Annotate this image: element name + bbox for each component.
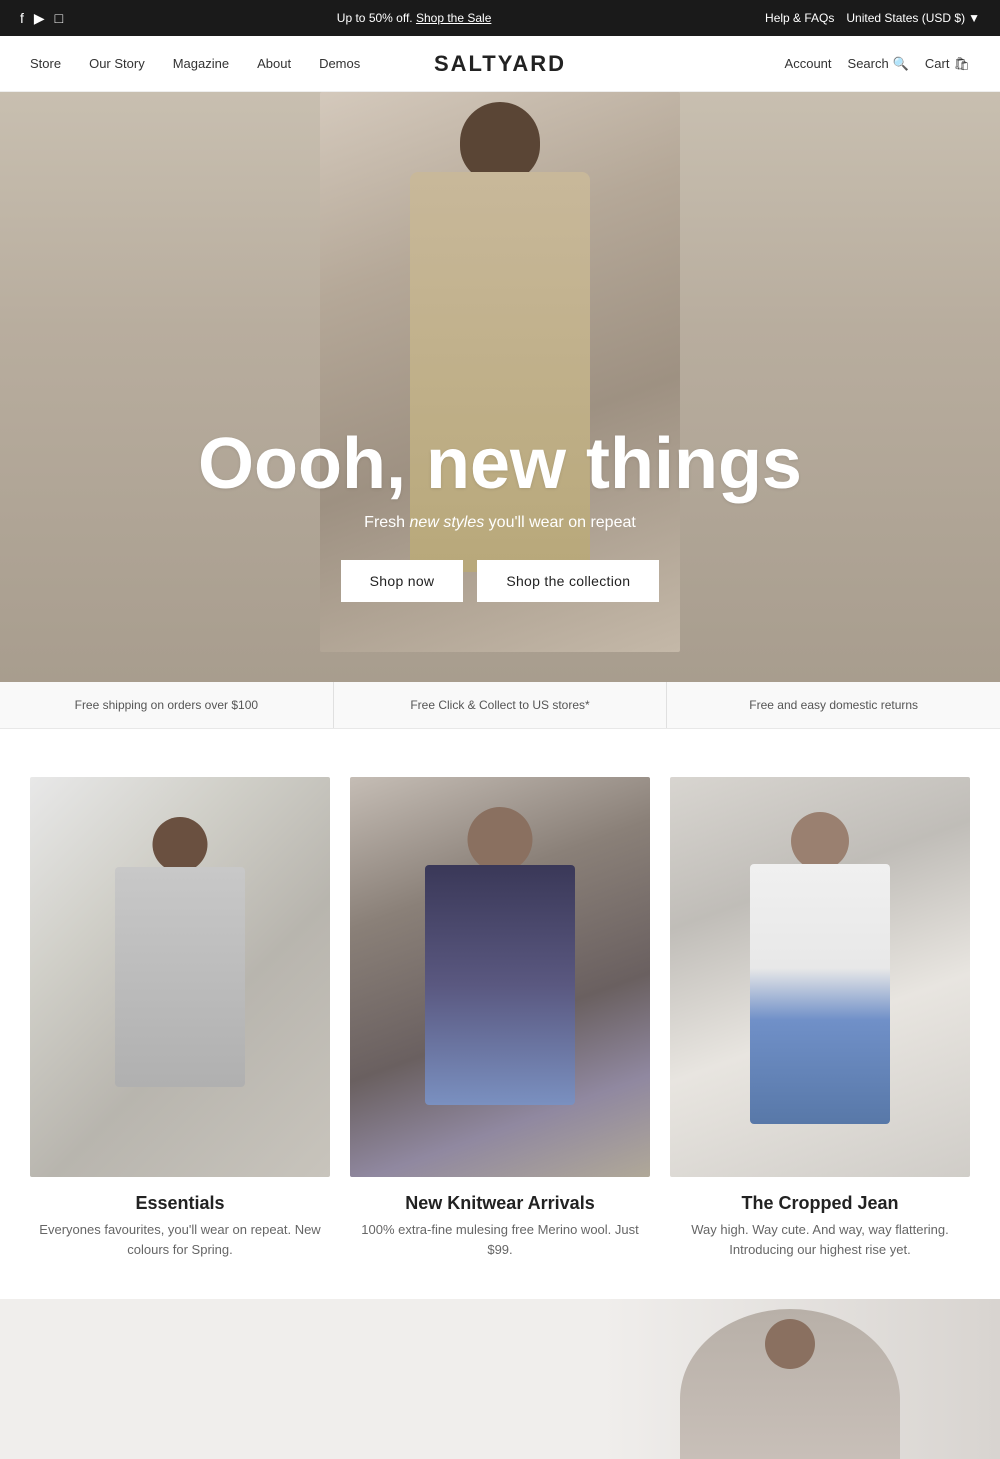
hero-subtitle: Fresh new styles you'll wear on repeat xyxy=(198,514,802,532)
info-bar: Free shipping on orders over $100 Free C… xyxy=(0,682,1000,729)
nav-links-left: Store Our Story Magazine About Demos xyxy=(30,56,360,71)
account-link[interactable]: Account xyxy=(785,56,832,71)
product-desc-essentials: Everyones favourites, you'll wear on rep… xyxy=(30,1220,330,1259)
shop-collection-button[interactable]: Shop the collection xyxy=(477,560,659,602)
nav-magazine[interactable]: Magazine xyxy=(173,56,229,71)
instagram-icon[interactable]: □ xyxy=(55,10,63,26)
search-icon: 🔍 xyxy=(893,56,909,72)
promo-banner: Up to 50% off. Shop the Sale xyxy=(63,11,765,25)
hero-buttons: Shop now Shop the collection xyxy=(198,560,802,602)
product-title-essentials: Essentials xyxy=(30,1193,330,1214)
hero-section: Oooh, new things Fresh new styles you'll… xyxy=(0,92,1000,682)
help-link[interactable]: Help & FAQs xyxy=(765,11,834,25)
cart-icon: 🛍 xyxy=(953,56,970,72)
cart-button[interactable]: Cart 🛍 xyxy=(925,56,970,72)
nav-demos[interactable]: Demos xyxy=(319,56,360,71)
promo-link[interactable]: Shop the Sale xyxy=(416,11,491,25)
hero-content: Oooh, new things Fresh new styles you'll… xyxy=(198,425,802,602)
hero-title: Oooh, new things xyxy=(198,425,802,504)
product-desc-cropped-jean: Way high. Way cute. And way, way flatter… xyxy=(670,1220,970,1259)
product-image-essentials xyxy=(30,777,330,1177)
facebook-icon[interactable]: f xyxy=(20,10,24,26)
nav-our-story[interactable]: Our Story xyxy=(89,56,145,71)
info-shipping: Free shipping on orders over $100 xyxy=(0,682,334,728)
info-returns: Free and easy domestic returns xyxy=(667,682,1000,728)
product-image-cropped-jean xyxy=(670,777,970,1177)
teaser-person-image xyxy=(680,1309,900,1459)
product-card-knitwear[interactable]: New Knitwear Arrivals 100% extra-fine mu… xyxy=(350,777,650,1259)
shop-now-button[interactable]: Shop now xyxy=(341,560,464,602)
nav-links-right: Account Search 🔍 Cart 🛍 xyxy=(785,56,970,72)
search-button[interactable]: Search 🔍 xyxy=(848,56,909,72)
promo-text: Up to 50% off. xyxy=(337,11,416,25)
social-links: f ▶ □ xyxy=(20,10,63,27)
chevron-down-icon: ▼ xyxy=(968,11,980,25)
products-section: Essentials Everyones favourites, you'll … xyxy=(0,729,1000,1299)
nav-store[interactable]: Store xyxy=(30,56,61,71)
brand-logo[interactable]: SALTYARD xyxy=(434,51,566,77)
region-selector[interactable]: United States (USD $) ▼ xyxy=(846,11,980,25)
hero-subtitle-plain: Fresh xyxy=(364,514,409,531)
product-desc-knitwear: 100% extra-fine mulesing free Merino woo… xyxy=(350,1220,650,1259)
youtube-icon[interactable]: ▶ xyxy=(34,10,45,27)
product-title-cropped-jean: The Cropped Jean xyxy=(670,1193,970,1214)
product-card-essentials[interactable]: Essentials Everyones favourites, you'll … xyxy=(30,777,330,1259)
top-bar: f ▶ □ Up to 50% off. Shop the Sale Help … xyxy=(0,0,1000,36)
products-grid: Essentials Everyones favourites, you'll … xyxy=(30,777,970,1259)
main-nav: Store Our Story Magazine About Demos SAL… xyxy=(0,36,1000,92)
info-click-collect: Free Click & Collect to US stores* xyxy=(334,682,668,728)
product-image-knitwear xyxy=(350,777,650,1177)
product-title-knitwear: New Knitwear Arrivals xyxy=(350,1193,650,1214)
product-card-cropped-jean[interactable]: The Cropped Jean Way high. Way cute. And… xyxy=(670,777,970,1259)
top-bar-right: Help & FAQs United States (USD $) ▼ xyxy=(765,11,980,25)
hero-subtitle-italic: new styles xyxy=(410,514,485,531)
hero-subtitle-end: you'll wear on repeat xyxy=(484,514,636,531)
nav-about[interactable]: About xyxy=(257,56,291,71)
bottom-teaser xyxy=(0,1299,1000,1459)
